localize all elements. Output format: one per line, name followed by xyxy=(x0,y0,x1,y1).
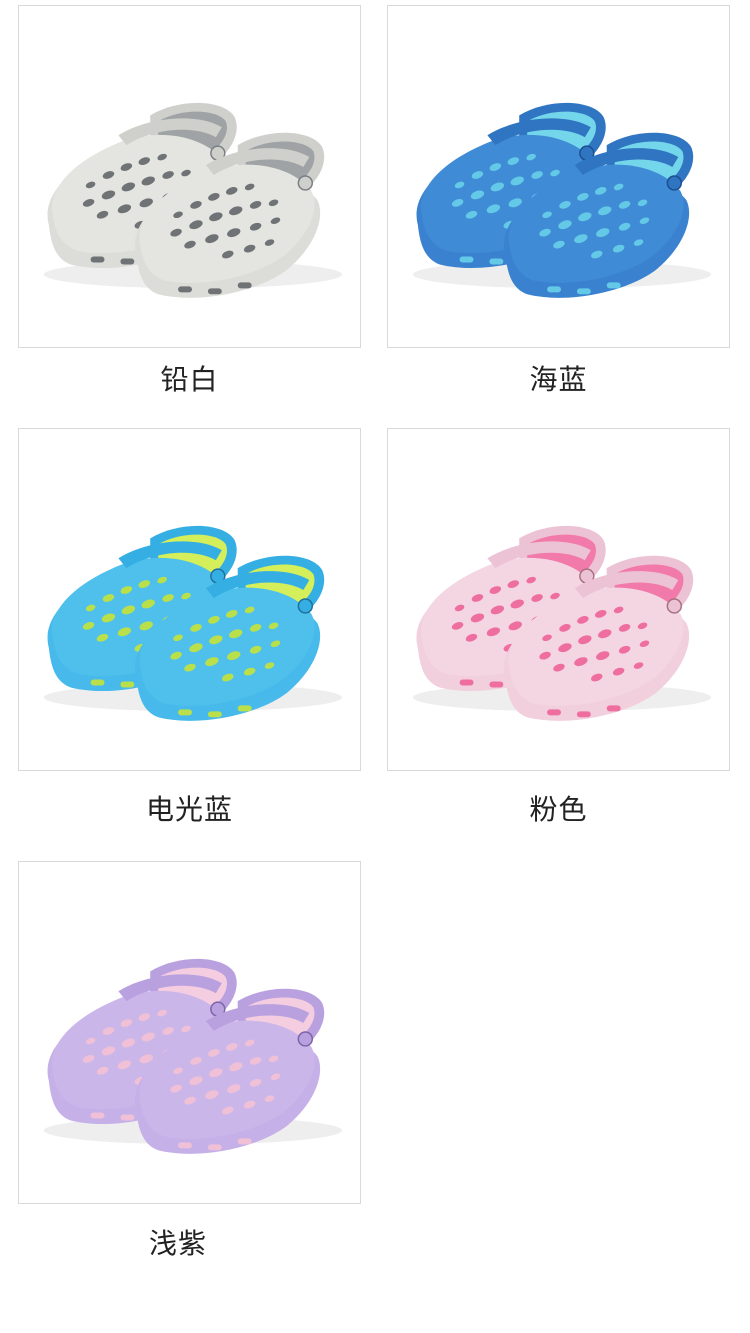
clog-pair-image xyxy=(412,525,712,721)
color-label-1: 海蓝 xyxy=(529,363,588,396)
clog-pair-image xyxy=(43,958,343,1154)
color-label-3: 粉色 xyxy=(529,793,588,826)
clog-pair-image xyxy=(412,102,712,298)
product-image-2[interactable] xyxy=(18,428,361,771)
clog-pair-image xyxy=(43,525,343,721)
color-label-2: 电光蓝 xyxy=(145,793,233,826)
product-image-0[interactable] xyxy=(18,5,361,348)
product-image-3[interactable] xyxy=(387,428,730,771)
clog-pair-image xyxy=(43,102,343,298)
product-image-1[interactable] xyxy=(387,5,730,348)
color-label-0: 铅白 xyxy=(160,363,219,396)
product-image-4[interactable] xyxy=(18,861,361,1204)
color-label-4: 浅紫 xyxy=(148,1227,207,1260)
